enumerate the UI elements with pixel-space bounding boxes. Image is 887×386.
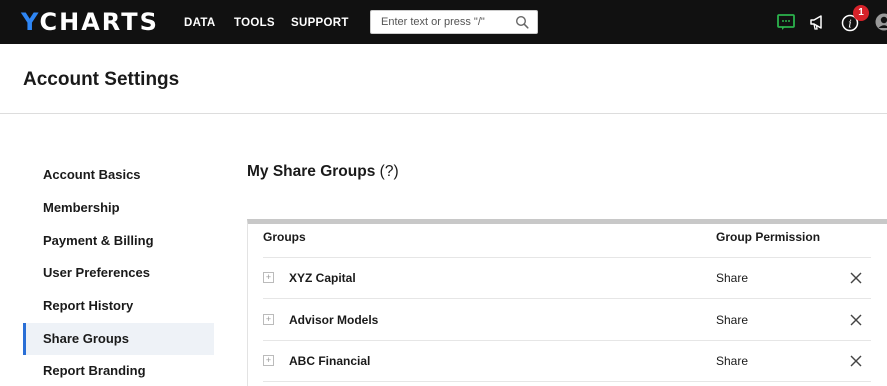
search-icon[interactable] bbox=[515, 15, 529, 29]
svg-text:i: i bbox=[848, 18, 852, 31]
sidebar-item-user-preferences[interactable]: User Preferences bbox=[23, 257, 214, 289]
group-permission: Share bbox=[716, 354, 749, 368]
page-header: Account Settings bbox=[0, 44, 887, 114]
sidebar-item-report-branding[interactable]: Report Branding bbox=[23, 355, 214, 386]
sidebar-item-report-history[interactable]: Report History bbox=[23, 290, 214, 322]
user-icon[interactable] bbox=[874, 12, 887, 32]
section-title: My Share Groups (?) bbox=[247, 163, 399, 181]
nav-support-link[interactable]: SUPPORT bbox=[291, 16, 349, 30]
close-icon[interactable] bbox=[849, 354, 863, 368]
section-title-text: My Share Groups bbox=[247, 163, 376, 180]
nav-tools-link[interactable]: TOOLS bbox=[234, 16, 275, 30]
search-box bbox=[370, 10, 538, 34]
expand-icon[interactable]: + bbox=[263, 314, 274, 325]
sidebar-item-membership[interactable]: Membership bbox=[23, 192, 214, 224]
row-divider bbox=[263, 298, 871, 299]
row-divider bbox=[263, 340, 871, 341]
megaphone-icon[interactable] bbox=[808, 12, 828, 32]
notification-badge: 1 bbox=[853, 5, 869, 21]
row-divider bbox=[263, 381, 871, 382]
column-header-groups: Groups bbox=[263, 230, 306, 244]
page-title: Account Settings bbox=[23, 69, 180, 90]
search-input[interactable] bbox=[371, 11, 511, 33]
ycharts-logo[interactable]: YCHARTS bbox=[21, 9, 159, 35]
close-icon[interactable] bbox=[849, 313, 863, 327]
sidebar-item-share-groups[interactable]: Share Groups bbox=[23, 323, 214, 355]
sidebar-item-payment-billing[interactable]: Payment & Billing bbox=[23, 225, 214, 257]
close-icon[interactable] bbox=[849, 271, 863, 285]
top-nav: YCHARTS DATA TOOLS SUPPORT i 1 bbox=[0, 0, 887, 44]
sidebar-item-account-basics[interactable]: Account Basics bbox=[23, 159, 214, 191]
group-name-xyz-capital[interactable]: XYZ Capital bbox=[289, 271, 356, 285]
help-link[interactable]: (?) bbox=[380, 163, 399, 180]
group-permission: Share bbox=[716, 313, 749, 327]
column-header-group-permission: Group Permission bbox=[716, 230, 821, 244]
expand-icon[interactable]: + bbox=[263, 355, 274, 366]
nav-data-link[interactable]: DATA bbox=[184, 16, 215, 30]
group-name-advisor-models[interactable]: Advisor Models bbox=[289, 313, 378, 327]
chat-icon[interactable] bbox=[776, 12, 796, 32]
group-name-abc-financial[interactable]: ABC Financial bbox=[289, 354, 370, 368]
expand-icon[interactable]: + bbox=[263, 272, 274, 283]
group-permission: Share bbox=[716, 271, 749, 285]
row-divider bbox=[263, 257, 871, 258]
